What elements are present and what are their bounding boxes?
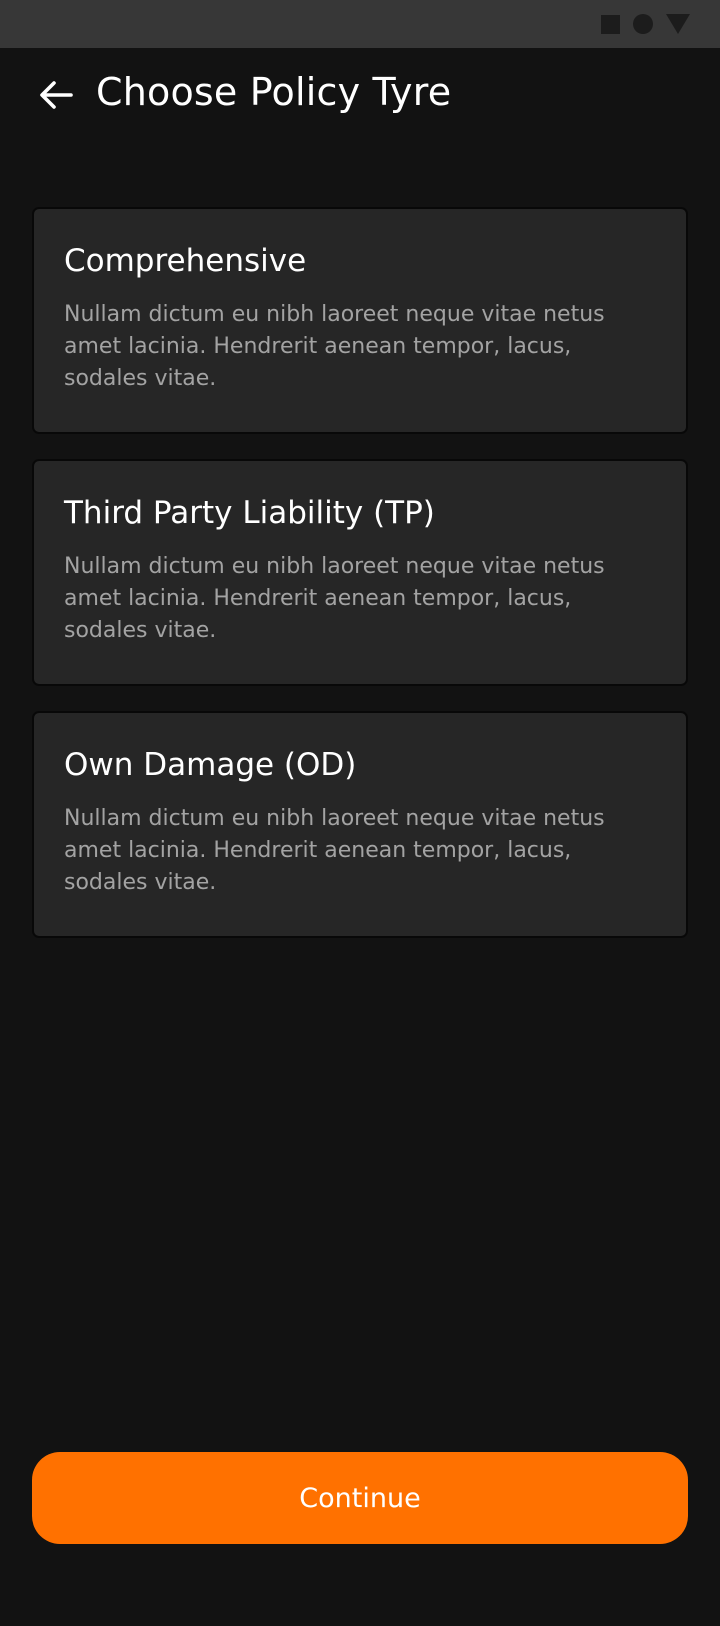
square-icon xyxy=(601,14,620,34)
circle-icon xyxy=(633,14,653,34)
policy-card-third-party[interactable]: Third Party Liability (TP) Nullam dictum… xyxy=(32,459,688,686)
page-title: Choose Policy Tyre xyxy=(96,70,452,114)
continue-button[interactable]: Continue xyxy=(32,1452,688,1544)
policy-title: Comprehensive xyxy=(64,243,307,279)
policy-description: Nullam dictum eu nibh laoreet neque vita… xyxy=(64,806,605,895)
policy-description: Nullam dictum eu nibh laoreet neque vita… xyxy=(64,302,605,391)
policy-card-own-damage[interactable]: Own Damage (OD) Nullam dictum eu nibh la… xyxy=(32,711,688,938)
policy-card-comprehensive[interactable]: Comprehensive Nullam dictum eu nibh laor… xyxy=(32,207,688,434)
arrow-left-icon xyxy=(40,81,73,109)
policy-title: Third Party Liability (TP) xyxy=(64,495,435,531)
header: Choose Policy Tyre xyxy=(0,48,720,148)
triangle-icon xyxy=(666,14,690,34)
policy-title: Own Damage (OD) xyxy=(64,747,357,783)
back-button[interactable] xyxy=(36,75,76,115)
status-icons xyxy=(601,14,690,34)
status-bar xyxy=(0,0,720,48)
policy-description: Nullam dictum eu nibh laoreet neque vita… xyxy=(64,554,605,643)
policy-list: Comprehensive Nullam dictum eu nibh laor… xyxy=(32,207,688,963)
